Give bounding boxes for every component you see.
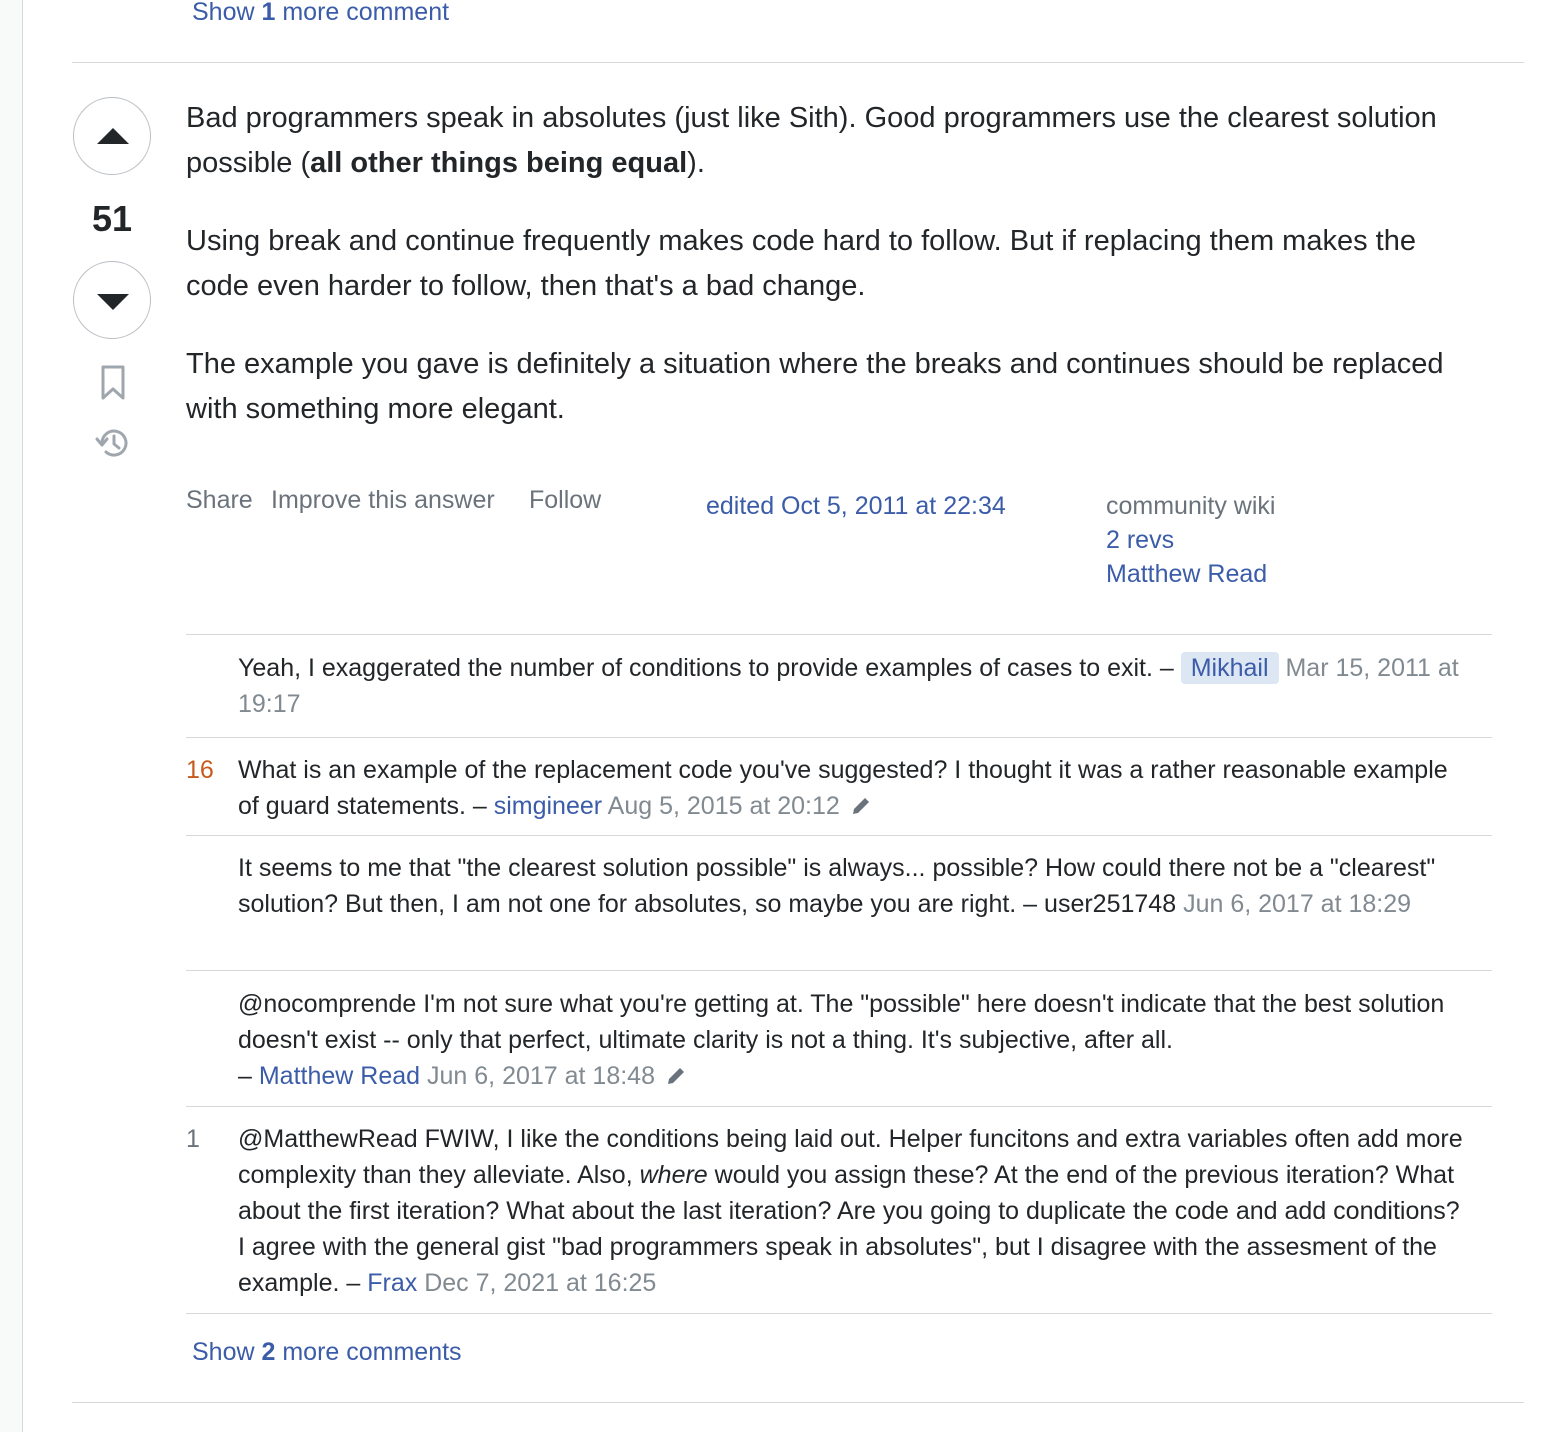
comment-body: It seems to me that "the clearest soluti… [238,854,1436,918]
comment-divider [186,835,1492,836]
revisions-link[interactable]: 2 revs [1106,526,1174,555]
community-wiki-label: community wiki [1106,492,1276,520]
comment-body: @nocomprende I'm not sure what you're ge… [238,990,1445,1090]
answer-paragraph-1: Bad programmers speak in absolutes (just… [186,102,1437,179]
pencil-icon[interactable] [850,795,872,817]
comment-divider [186,970,1492,971]
comment-divider [186,737,1492,738]
answer-paragraph-2: Using break and continue frequently make… [186,225,1416,302]
comment-date[interactable]: Aug 5, 2015 at 20:12 [608,792,840,820]
comment-author: user251748 [1044,890,1177,918]
comment-author-link[interactable]: Frax [367,1269,417,1297]
comment-body: What is an example of the replacement co… [238,756,1448,820]
comment-divider [186,1106,1492,1107]
share-link[interactable]: Share [186,486,253,515]
comment-score: 1 [186,1125,200,1153]
edited-timestamp-link[interactable]: edited Oct 5, 2011 at 22:34 [706,492,1006,521]
history-icon[interactable] [94,424,132,462]
comment-divider [186,1313,1492,1314]
post-divider-bottom [72,1402,1524,1403]
comment-body: @MatthewRead FWIW, I like the conditions… [238,1125,1463,1297]
comment-date[interactable]: Dec 7, 2021 at 16:25 [424,1269,656,1297]
follow-link[interactable]: Follow [529,486,601,515]
downvote-arrow-icon [97,294,129,310]
comment-date[interactable]: Jun 6, 2017 at 18:29 [1183,890,1411,918]
upvote-button[interactable] [73,97,151,175]
editor-user-link[interactable]: Matthew Read [1106,560,1267,589]
vote-count: 51 [91,198,133,239]
comments-divider [186,634,1492,635]
post-divider-top [72,62,1524,63]
comment-score: 16 [186,756,214,784]
answer-body: Bad programmers speak in absolutes (just… [186,96,1486,465]
show-more-comments-link-top[interactable]: Show 1 more comment [192,0,449,27]
left-sidebar-edge [0,0,23,1432]
show-more-comments-link[interactable]: Show 2 more comments [192,1338,462,1367]
pencil-icon[interactable] [665,1065,687,1087]
comment-body: Yeah, I exaggerated the number of condit… [238,652,1459,718]
upvote-arrow-icon [97,128,129,144]
comment-author-link[interactable]: Matthew Read [259,1062,420,1090]
comment-author-link[interactable]: simgineer [494,792,602,820]
bookmark-icon[interactable] [94,364,132,402]
improve-answer-link[interactable]: Improve this answer [271,486,495,515]
comment-author-link[interactable]: Mikhail [1180,652,1279,684]
answer-paragraph-3: The example you gave is definitely a sit… [186,348,1444,425]
comment-date[interactable]: Jun 6, 2017 at 18:48 [427,1062,655,1090]
downvote-button[interactable] [73,261,151,339]
